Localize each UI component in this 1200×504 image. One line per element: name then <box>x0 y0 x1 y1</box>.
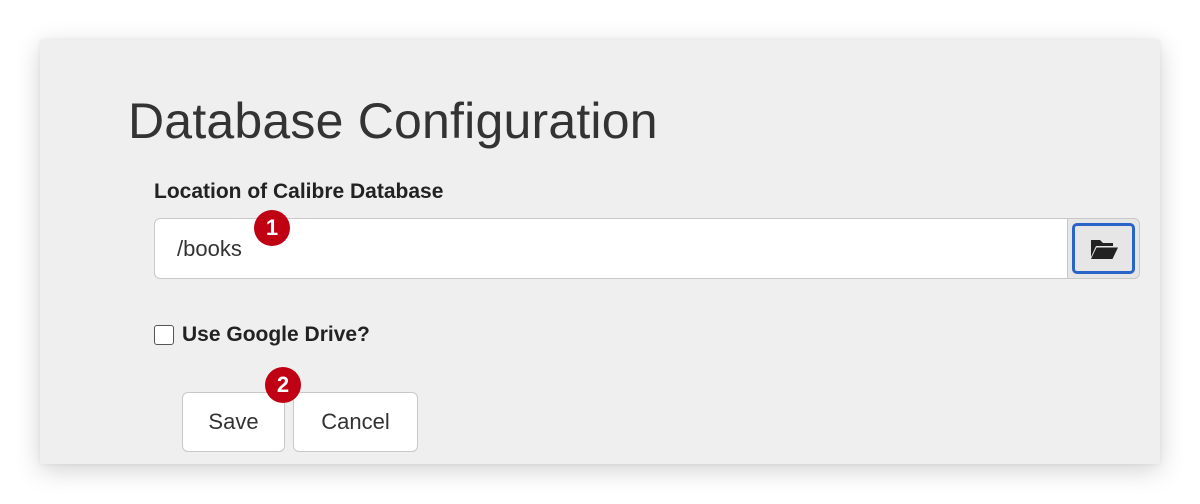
page-title: Database Configuration <box>128 93 658 149</box>
browse-focus-ring <box>1072 223 1135 274</box>
annotation-badge-1: 1 <box>254 210 290 246</box>
google-drive-label[interactable]: Use Google Drive? <box>182 323 370 347</box>
save-button[interactable]: Save <box>182 392 285 452</box>
google-drive-checkbox[interactable] <box>154 325 174 345</box>
google-drive-row: Use Google Drive? <box>154 323 370 347</box>
location-label: Location of Calibre Database <box>154 180 444 203</box>
database-config-panel: Database Configuration Location of Calib… <box>40 40 1160 464</box>
cancel-button[interactable]: Cancel <box>293 392 418 452</box>
database-location-input[interactable] <box>154 218 1067 279</box>
browse-folder-button[interactable] <box>1067 218 1140 279</box>
folder-open-icon <box>1090 239 1118 259</box>
location-input-group <box>154 218 1140 279</box>
annotation-badge-2: 2 <box>265 367 301 403</box>
